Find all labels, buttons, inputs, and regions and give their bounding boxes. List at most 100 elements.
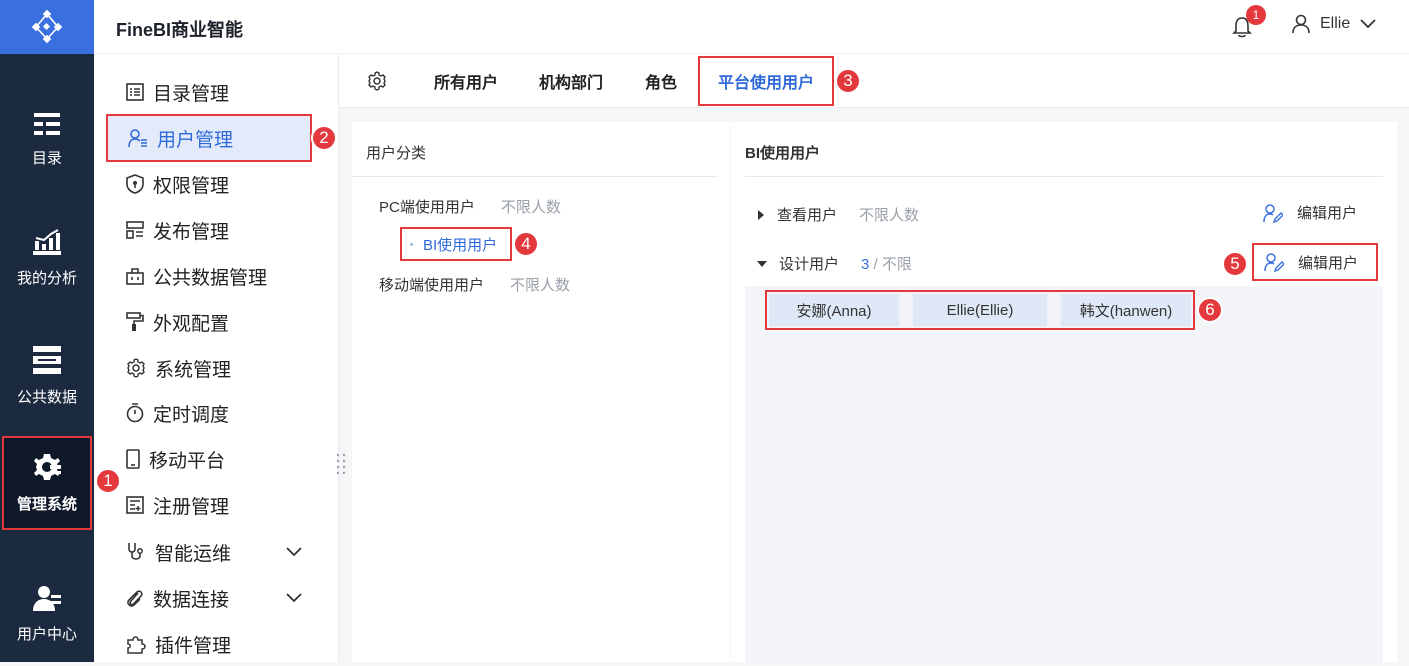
user-edit-icon	[1264, 253, 1284, 272]
top-header: FineBI商业智能 1 Ellie	[94, 0, 1409, 54]
count-separator: /	[869, 256, 882, 273]
tab-departments[interactable]: 机构部门	[539, 54, 603, 108]
bi-users-panel: BI使用用户 查看用户 不限人数 编辑用户 设计用户 3 / 不限 编辑用户 安…	[731, 122, 1397, 662]
callout-marker: 1	[95, 468, 121, 494]
user-category-panel: 用户分类 PC端使用用户 不限人数 BI使用用户 移动端使用用户 不限人数	[352, 122, 730, 662]
category-bi-users[interactable]: BI使用用户	[400, 227, 512, 261]
user-chip[interactable]: 韩文(hanwen)	[1061, 294, 1191, 326]
divider	[352, 176, 718, 177]
menu-item-label: 插件管理	[155, 635, 232, 657]
stopwatch-icon	[126, 403, 144, 423]
caret-down-icon[interactable]	[757, 260, 767, 268]
mobile-icon	[126, 449, 140, 469]
rail-item-label: 公共数据	[16, 388, 77, 406]
group-view-users[interactable]: 查看用户 不限人数	[757, 204, 919, 225]
menu-item-label: 系统管理	[155, 359, 232, 381]
group-design-users[interactable]: 设计用户 3 / 不限	[757, 253, 912, 274]
menu-item-label: 外观配置	[153, 313, 230, 335]
menu-item-catalog-management[interactable]: 目录管理	[106, 70, 310, 114]
menu-item-label: 数据连接	[153, 589, 230, 611]
category-pc-users[interactable]: PC端使用用户 不限人数	[379, 196, 561, 217]
caret-right-icon[interactable]	[757, 209, 765, 220]
management-submenu: 目录管理 用户管理 权限管理 发布管理 公共数据管理 外观配置 系统管理 定时调…	[94, 54, 339, 662]
callout-marker: 4	[513, 231, 539, 257]
user-menu[interactable]: Ellie	[1292, 14, 1376, 34]
menu-item-scheduled-tasks[interactable]: 定时调度	[106, 391, 310, 435]
rail-item-management-system[interactable]: 管理系统	[2, 436, 92, 530]
resize-handle-icon[interactable]	[336, 452, 346, 474]
menu-item-mobile-platform[interactable]: 移动平台	[106, 437, 310, 481]
menu-item-permission-management[interactable]: 权限管理	[106, 162, 310, 206]
menu-item-registration-management[interactable]: 注册管理	[106, 483, 310, 527]
list-icon	[126, 83, 144, 101]
divider	[745, 176, 1383, 177]
settings-icon[interactable]	[367, 71, 387, 91]
category-label: 移动端使用用户	[379, 277, 485, 294]
edit-design-users-button[interactable]: 编辑用户	[1252, 243, 1378, 281]
paint-roller-icon	[126, 312, 144, 331]
rail-item-label: 管理系统	[16, 495, 77, 513]
nav-rail: 目录 我的分析 公共数据 管理系统 用户中心	[0, 0, 94, 662]
bullet	[410, 242, 413, 246]
rail-item-public-data[interactable]: 公共数据	[0, 328, 94, 424]
tab-platform-users[interactable]: 平台使用用户	[698, 56, 835, 106]
stethoscope-icon	[128, 543, 143, 560]
database-icon	[33, 345, 61, 374]
menu-item-label: 权限管理	[153, 175, 230, 197]
tab-all-users[interactable]: 所有用户	[434, 54, 498, 108]
tab-roles[interactable]: 角色	[645, 54, 677, 108]
menu-item-publish-management[interactable]: 发布管理	[106, 208, 310, 252]
category-limit: 不限人数	[500, 199, 561, 216]
analysis-icon	[33, 228, 61, 255]
catalog-icon	[34, 112, 60, 135]
chevron-down-icon[interactable]	[286, 547, 302, 557]
rail-item-user-center[interactable]: 用户中心	[0, 566, 94, 662]
rail-item-my-analysis[interactable]: 我的分析	[0, 210, 94, 306]
callout-marker: 6	[1197, 297, 1223, 323]
group-count: 3 / 不限	[861, 253, 912, 274]
shield-icon	[126, 174, 144, 194]
chevron-down-icon[interactable]	[286, 593, 302, 603]
logo[interactable]	[0, 0, 94, 54]
chevron-down-icon	[1360, 19, 1376, 29]
category-limit: 不限人数	[510, 277, 571, 294]
menu-item-label: 注册管理	[153, 496, 230, 518]
briefcase-icon	[126, 268, 144, 285]
panel-title: BI使用用户	[745, 145, 821, 162]
menu-item-label: 用户管理	[157, 129, 234, 151]
user-chip[interactable]: Ellie(Ellie)	[913, 294, 1047, 326]
callout-marker: 2	[311, 125, 337, 151]
design-users-area: 安娜(Anna) Ellie(Ellie) 韩文(hanwen)	[745, 286, 1383, 662]
layout-icon	[126, 221, 144, 239]
menu-item-label: 智能运维	[155, 543, 232, 565]
menu-item-label: 移动平台	[149, 450, 226, 472]
panel-title: 用户分类	[366, 145, 427, 162]
menu-item-intelligent-ops[interactable]: 智能运维	[106, 530, 310, 574]
user-icon	[1292, 14, 1310, 34]
callout-marker: 5	[1222, 251, 1248, 277]
menu-item-system-management[interactable]: 系统管理	[106, 346, 310, 390]
edit-label: 编辑用户	[1297, 205, 1358, 222]
menu-item-appearance-config[interactable]: 外观配置	[106, 300, 310, 344]
edit-view-users-button[interactable]: 编辑用户	[1263, 202, 1357, 223]
menu-item-data-connection[interactable]: 数据连接	[106, 576, 310, 620]
user-center-icon	[33, 585, 61, 611]
menu-item-user-management[interactable]: 用户管理	[106, 114, 312, 162]
menu-item-plugin-management[interactable]: 插件管理	[106, 622, 310, 666]
group-label: 查看用户	[777, 207, 838, 224]
category-label: PC端使用用户	[379, 199, 475, 216]
rail-item-label: 用户中心	[16, 625, 77, 643]
user-name: Ellie	[1320, 15, 1351, 32]
menu-item-public-data-management[interactable]: 公共数据管理	[106, 254, 310, 298]
register-icon	[126, 496, 144, 514]
user-edit-icon	[1263, 203, 1283, 223]
user-chip[interactable]: 安娜(Anna)	[769, 294, 899, 326]
category-mobile-users[interactable]: 移动端使用用户 不限人数	[379, 274, 570, 295]
app-title: FineBI商业智能	[116, 20, 244, 40]
user-list-icon	[128, 129, 147, 148]
group-limit: 不限人数	[859, 207, 920, 224]
rail-item-label: 我的分析	[16, 269, 77, 287]
gear-icon	[34, 453, 61, 480]
paperclip-icon	[127, 590, 143, 607]
rail-item-catalog[interactable]: 目录	[0, 92, 94, 188]
